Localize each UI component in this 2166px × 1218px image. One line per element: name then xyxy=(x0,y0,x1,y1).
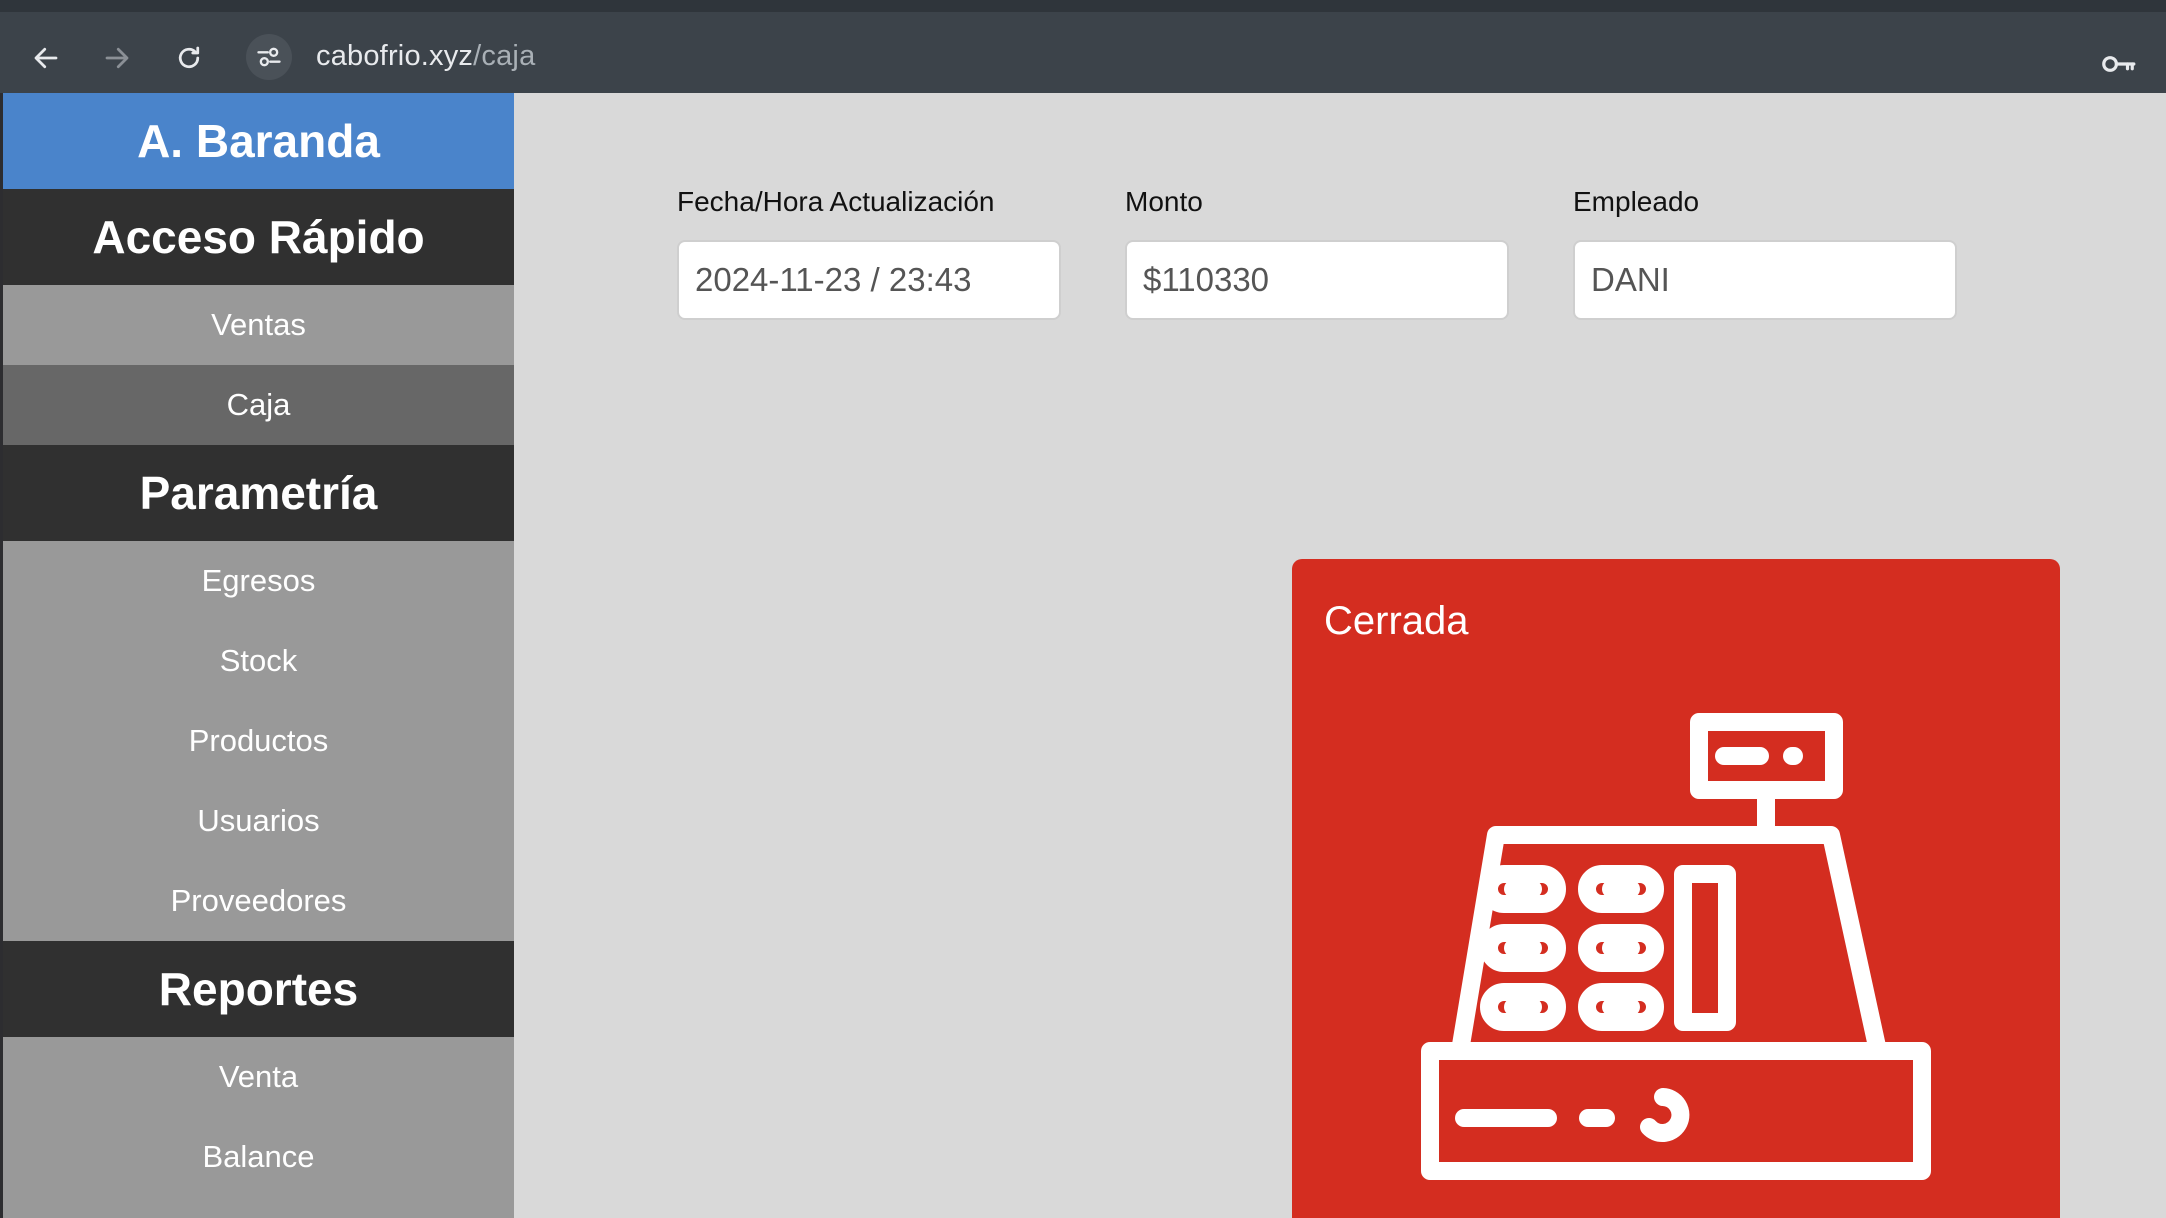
sidebar-item-ventas[interactable]: Ventas xyxy=(3,285,514,365)
sidebar-item-egresos[interactable]: Egresos xyxy=(3,541,514,621)
fecha-field[interactable]: 2024-11-23 / 23:43 xyxy=(677,240,1061,320)
cash-register-status-card[interactable]: Cerrada xyxy=(1292,559,2060,1218)
reload-icon xyxy=(178,46,200,69)
forward-button[interactable] xyxy=(93,34,141,82)
site-settings-icon xyxy=(257,47,281,67)
empleado-field-group: Empleado DANI xyxy=(1573,186,1957,320)
key-icon xyxy=(2102,56,2136,72)
site-settings-button[interactable] xyxy=(246,34,292,80)
monto-label: Monto xyxy=(1125,186,1203,217)
monto-field[interactable]: $110330 xyxy=(1125,240,1509,320)
empleado-field[interactable]: DANI xyxy=(1573,240,1957,320)
reload-button[interactable] xyxy=(165,34,213,82)
sidebar-item-proveedores[interactable]: Proveedores xyxy=(3,861,514,941)
empleado-label: Empleado xyxy=(1573,186,1700,217)
section-acceso-rapido: Acceso Rápido xyxy=(3,189,514,285)
section-reportes: Reportes xyxy=(3,941,514,1037)
url-host: cabofrio.xyz xyxy=(316,40,474,72)
sidebar-item-usuarios[interactable]: Usuarios xyxy=(3,781,514,861)
fecha-field-group: Fecha/Hora Actualización 2024-11-23 / 23… xyxy=(677,186,1061,320)
url-path: /caja xyxy=(473,40,536,72)
sidebar: A. Baranda Acceso Rápido Ventas Caja Par… xyxy=(0,93,514,1218)
monto-field-group: Monto $110330 xyxy=(1125,186,1509,320)
password-manager-button[interactable] xyxy=(2098,44,2138,84)
back-button[interactable] xyxy=(22,34,70,82)
sidebar-item-productos[interactable]: Productos xyxy=(3,701,514,781)
forward-arrow-icon xyxy=(105,47,129,69)
sidebar-item-caja[interactable]: Caja xyxy=(3,365,514,445)
sidebar-item-venta[interactable]: Venta xyxy=(3,1037,514,1117)
cash-register-icon xyxy=(1421,713,1931,1180)
sidebar-item-stock[interactable]: Stock xyxy=(3,621,514,701)
url-text[interactable]: cabofrio.xyz/caja xyxy=(316,40,535,73)
address-bar[interactable]: cabofrio.xyz/caja xyxy=(242,22,2162,94)
back-arrow-icon xyxy=(34,47,58,69)
section-parametria: Parametría xyxy=(3,445,514,541)
status-title: Cerrada xyxy=(1324,599,1469,643)
browser-toolbar: cabofrio.xyz/caja xyxy=(0,0,2166,93)
fecha-label: Fecha/Hora Actualización xyxy=(677,186,995,217)
brand-title[interactable]: A. Baranda xyxy=(3,93,514,189)
sidebar-item-balance[interactable]: Balance xyxy=(3,1117,514,1197)
